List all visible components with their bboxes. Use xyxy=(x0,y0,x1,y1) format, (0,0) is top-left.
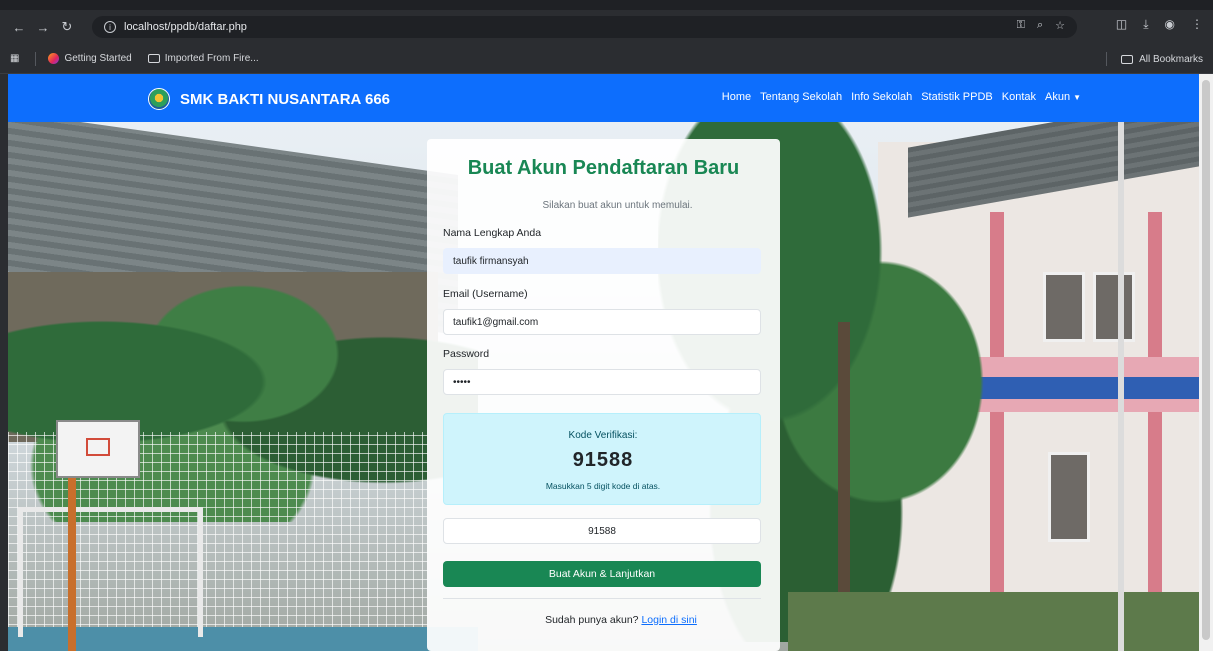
name-input[interactable]: taufik firmansyah xyxy=(443,248,761,274)
window-edge xyxy=(0,74,8,651)
login-prompt: Sudah punya akun? Login di sini xyxy=(427,614,780,626)
extensions-icon[interactable]: ◫ xyxy=(1116,17,1127,32)
address-url[interactable]: localhost/ppdb/daftar.php xyxy=(124,21,247,33)
firefox-icon xyxy=(48,53,60,64)
photo-pillar xyxy=(1148,212,1162,632)
photo-hoop-pole xyxy=(68,478,76,651)
browser-window: ← → ↻ i localhost/ppdb/daftar.php ⚿ ⌕ ☆ … xyxy=(0,0,1213,651)
brand-name: SMK BAKTI NUSANTARA 666 xyxy=(180,90,391,108)
nav-info-sekolah[interactable]: Info Sekolah xyxy=(851,91,912,103)
code-input-value: 91588 xyxy=(588,525,616,537)
site-navbar: SMK BAKTI NUSANTARA 666 Home Tentang Sek… xyxy=(8,74,1199,122)
divider xyxy=(443,598,761,599)
page-title: Buat Akun Pendaftaran Baru xyxy=(467,157,740,179)
photo-hoop-board xyxy=(56,420,140,478)
photo-goal xyxy=(18,507,203,637)
register-card: Buat Akun Pendaftaran Baru Silakan buat … xyxy=(427,139,780,651)
zoom-icon[interactable]: ⌕ xyxy=(1037,19,1043,32)
all-bookmarks-label: All Bookmarks xyxy=(1139,53,1203,65)
name-label: Nama Lengkap Anda xyxy=(443,227,542,239)
nav-home[interactable]: Home xyxy=(722,91,751,103)
page-subtitle: Silakan buat akun untuk memulai. xyxy=(542,200,693,211)
photo-window xyxy=(1043,272,1085,342)
download-icon[interactable]: ⤓ xyxy=(1143,17,1148,32)
nav-kontak[interactable]: Kontak xyxy=(1002,91,1036,103)
folder-icon xyxy=(1121,54,1134,64)
name-value: taufik firmansyah xyxy=(453,255,529,267)
nav-links: Home Tentang Sekolah Info Sekolah Statis… xyxy=(722,91,1081,103)
address-bar[interactable]: i localhost/ppdb/daftar.php ⚿ ⌕ ☆ xyxy=(92,16,1077,38)
photo-ground xyxy=(788,592,1199,651)
back-icon[interactable]: ← xyxy=(10,18,28,36)
login-link[interactable]: Login di sini xyxy=(641,614,696,626)
password-input[interactable]: ••••• xyxy=(443,369,761,395)
photo-flagpole xyxy=(1118,122,1124,651)
scrollbar-thumb[interactable] xyxy=(1202,80,1210,640)
verification-code-input[interactable]: 91588 xyxy=(443,518,761,544)
verification-label: Kode Verifikasi: xyxy=(568,430,638,441)
login-prompt-text: Sudah punya akun? xyxy=(545,614,639,626)
site-info-icon[interactable]: i xyxy=(104,21,116,33)
create-account-button[interactable]: Buat Akun & Lanjutkan xyxy=(443,561,761,587)
photo-hoop-square xyxy=(86,438,110,456)
bookmarks-separator xyxy=(35,51,37,66)
reload-icon[interactable]: ↻ xyxy=(58,18,76,36)
email-value: taufik1@gmail.com xyxy=(453,316,539,328)
nav-akun-label: Akun xyxy=(1045,91,1071,103)
bookmarks-bar: ▦ Getting Started Imported From Fire... … xyxy=(0,44,1213,74)
folder-icon xyxy=(147,54,160,63)
all-bookmarks[interactable]: All Bookmarks xyxy=(1106,52,1203,66)
nav-statistik-ppdb[interactable]: Statistik PPDB xyxy=(921,91,993,103)
photo-window xyxy=(1093,272,1135,342)
nav-akun-dropdown[interactable]: Akun ▼ xyxy=(1045,91,1081,103)
password-label: Password xyxy=(443,348,490,360)
nav-tentang-sekolah[interactable]: Tentang Sekolah xyxy=(760,91,842,103)
tab-strip xyxy=(0,0,1213,10)
email-input[interactable]: taufik1@gmail.com xyxy=(443,309,761,335)
bookmark-getting-started[interactable]: Getting Started xyxy=(48,53,132,64)
email-label: Email (Username) xyxy=(443,288,528,300)
forward-icon[interactable]: → xyxy=(34,18,52,36)
site-brand[interactable]: SMK BAKTI NUSANTARA 666 xyxy=(148,88,390,110)
verification-code: 91588 xyxy=(572,449,634,471)
photo-window xyxy=(1048,452,1090,542)
page-scrollbar[interactable] xyxy=(1199,74,1213,651)
apps-icon[interactable]: ▦ xyxy=(10,53,19,64)
bookmarks-separator xyxy=(1106,52,1108,66)
bookmark-label: Getting Started xyxy=(64,53,132,64)
browser-toolbar: ← → ↻ i localhost/ppdb/daftar.php ⚿ ⌕ ☆ … xyxy=(0,10,1213,44)
verification-hint: Masukkan 5 digit kode di atas. xyxy=(545,481,661,491)
password-value: ••••• xyxy=(453,376,471,388)
menu-icon[interactable]: ⋮ xyxy=(1191,17,1203,32)
caret-down-icon: ▼ xyxy=(1073,93,1081,102)
profile-icon[interactable]: ◉ xyxy=(1165,17,1175,32)
verification-box: Kode Verifikasi: 91588 Masukkan 5 digit … xyxy=(443,413,761,505)
password-key-icon[interactable]: ⚿ xyxy=(1017,19,1025,32)
bookmark-imported-folder[interactable]: Imported From Fire... xyxy=(147,53,259,64)
page-viewport: SMK BAKTI NUSANTARA 666 Home Tentang Sek… xyxy=(8,74,1199,651)
bookmark-label: Imported From Fire... xyxy=(164,53,259,64)
school-logo-icon xyxy=(148,88,170,110)
bookmark-star-icon[interactable]: ☆ xyxy=(1055,19,1065,32)
